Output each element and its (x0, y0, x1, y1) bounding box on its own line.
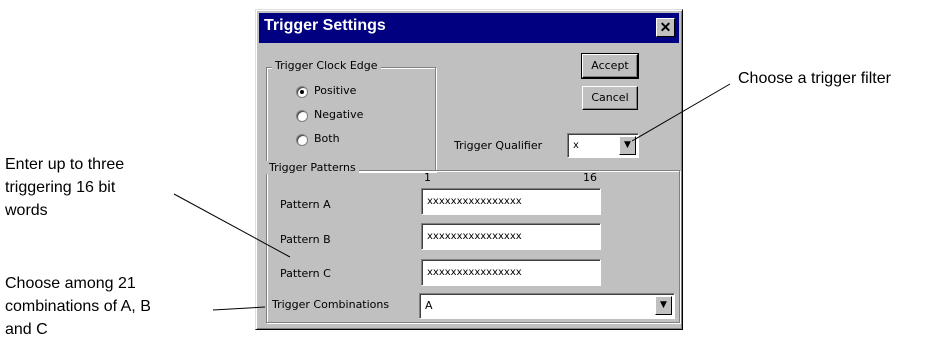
close-button[interactable]: ✕ (656, 18, 675, 37)
cancel-button[interactable]: Cancel (582, 86, 638, 110)
title-bar: Trigger Settings ✕ (259, 13, 679, 43)
annotation-trigger-filter: Choose a trigger filter (738, 70, 891, 87)
pattern-scale-end: 16 (583, 171, 597, 184)
radio-both-label: Both (314, 132, 340, 145)
radio-positive[interactable] (296, 86, 308, 98)
trigger-combinations-label: Trigger Combinations (272, 298, 390, 311)
pattern-a-input[interactable]: xxxxxxxxxxxxxxxx (421, 188, 601, 215)
radio-positive-label: Positive (314, 84, 357, 97)
pattern-c-label: Pattern C (280, 267, 331, 280)
chevron-down-icon[interactable]: ▼ (619, 136, 636, 155)
pattern-b-label: Pattern B (280, 233, 331, 246)
pattern-b-input[interactable]: xxxxxxxxxxxxxxxx (421, 223, 601, 250)
dialog-title: Trigger Settings (264, 17, 386, 34)
annotation-trigger-words-line1: Enter up to three (5, 156, 125, 173)
close-icon: ✕ (659, 19, 672, 35)
radio-negative[interactable] (296, 110, 308, 122)
trigger-qualifier-label: Trigger Qualifier (454, 139, 543, 152)
annotation-combinations-line1: Choose among 21 (5, 275, 136, 292)
annotation-combinations-line3: and C (5, 321, 48, 338)
radio-negative-label: Negative (314, 108, 364, 121)
trigger-combinations-value: A (425, 299, 433, 312)
trigger-settings-dialog: Trigger Settings ✕ Trigger Clock Edge Po… (255, 9, 683, 330)
accept-button[interactable]: Accept (581, 53, 639, 79)
pattern-c-input[interactable]: xxxxxxxxxxxxxxxx (421, 259, 601, 286)
trigger-qualifier-value: x (573, 140, 579, 151)
trigger-qualifier-select[interactable]: x ▼ (567, 133, 639, 158)
annotation-combinations: Choose among 21 combinations of A, B and… (5, 272, 151, 341)
radio-both[interactable] (296, 134, 308, 146)
clock-edge-legend: Trigger Clock Edge (272, 59, 381, 72)
annotation-trigger-words: Enter up to three triggering 16 bit word… (5, 153, 124, 222)
annotation-combinations-line2: combinations of A, B (5, 298, 151, 315)
chevron-down-icon[interactable]: ▼ (655, 296, 672, 315)
trigger-patterns-legend: Trigger Patterns (266, 161, 359, 174)
pattern-scale-start: 1 (424, 171, 431, 184)
trigger-combinations-select[interactable]: A ▼ (419, 293, 675, 319)
annotation-trigger-words-line3: words (5, 202, 48, 219)
pattern-a-label: Pattern A (280, 198, 331, 211)
annotation-trigger-words-line2: triggering 16 bit (5, 179, 116, 196)
